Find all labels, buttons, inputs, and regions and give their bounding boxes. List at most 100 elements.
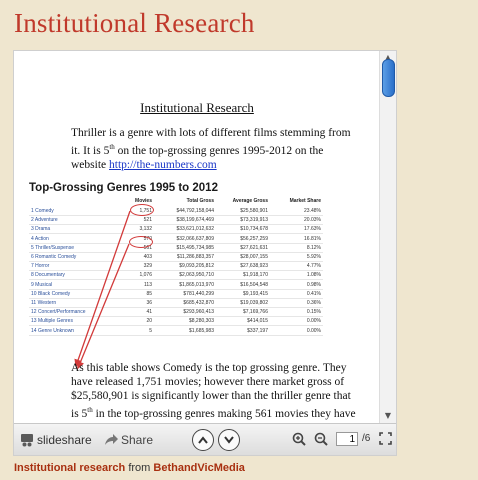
- cell-average-gross: $27,638,923: [240, 263, 268, 270]
- cell-movies: 5: [149, 327, 152, 334]
- zoom-in-icon[interactable]: [292, 432, 306, 446]
- vertical-scrollbar[interactable]: ▲ ▼: [379, 51, 396, 423]
- cell-market-share: 0.41%: [306, 290, 321, 297]
- cell-total-gross: $32,066,637,809: [176, 235, 214, 242]
- zoom-out-icon[interactable]: [314, 432, 328, 446]
- cell-average-gross: $1,918,170: [242, 272, 268, 279]
- cell-movies: 20: [146, 318, 152, 325]
- highlight-circle-thriller: [129, 236, 153, 248]
- cell-average-gross: $27,621,631: [240, 244, 268, 251]
- cell-genre: 6 Romantic Comedy: [31, 254, 77, 260]
- cell-total-gross: $293,960,413: [183, 309, 214, 316]
- cell-market-share: 0.00%: [306, 318, 321, 325]
- cell-market-share: 4.77%: [306, 263, 321, 270]
- cell-movies: 113: [144, 281, 152, 288]
- cell-genre: 1 Comedy: [31, 208, 54, 214]
- cell-market-share: 20.03%: [304, 217, 321, 224]
- cell-average-gross: $16,504,548: [240, 281, 268, 288]
- cell-total-gross: $685,432,870: [183, 300, 214, 306]
- cell-average-gross: $10,734,678: [240, 226, 268, 233]
- cell-genre: 10 Black Comedy: [31, 290, 71, 297]
- cell-market-share: 16.81%: [304, 235, 321, 242]
- cell-movies: 36: [146, 300, 152, 306]
- cell-market-share: 23.48%: [304, 208, 321, 214]
- cell-total-gross: $9,093,205,812: [179, 263, 214, 270]
- scroll-thumb[interactable]: [382, 59, 395, 97]
- cell-genre: 7 Horror: [31, 263, 50, 270]
- cell-average-gross: $19,039,802: [240, 300, 268, 306]
- header-market-share: Market Share: [289, 198, 321, 204]
- cell-total-gross: $1,865,013,970: [179, 281, 214, 288]
- chevron-up-icon: [198, 436, 208, 444]
- cell-movies: 3,132: [139, 226, 152, 233]
- share-label: Share: [121, 433, 154, 447]
- cell-genre: 5 Thriller/Suspense: [31, 244, 74, 251]
- previous-slide-button[interactable]: [192, 429, 214, 451]
- page-total: /6: [362, 433, 371, 444]
- cell-market-share: 0.00%: [306, 327, 321, 334]
- presentation-caption: Institutional research from BethandVicMe…: [14, 462, 245, 474]
- cell-market-share: 5.92%: [306, 254, 321, 260]
- table-title: Top-Grossing Genres 1995 to 2012: [29, 182, 218, 194]
- cell-genre: 3 Drama: [31, 226, 51, 233]
- cell-market-share: 0.36%: [306, 300, 321, 306]
- highlight-circle-comedy: [130, 204, 154, 216]
- table-header: Movies Total Gross Average Gross Market …: [29, 198, 323, 206]
- page-number-input[interactable]: [336, 432, 358, 446]
- cell-total-gross: $1,685,983: [188, 327, 214, 334]
- slideshare-brand[interactable]: slideshare: [20, 433, 92, 447]
- table-row: 8 Documentary 1,076 $2,063,950,710 $1,918,1…: [29, 271, 323, 281]
- cell-genre: 11 Western: [31, 300, 57, 306]
- header-movies: Movies: [135, 198, 152, 204]
- cell-movies: 1,076: [139, 272, 152, 279]
- cell-average-gross: $7,169,766: [242, 309, 268, 316]
- cell-movies: 403: [143, 254, 152, 260]
- share-button[interactable]: Share: [104, 433, 153, 447]
- cell-total-gross: $781,440,299: [183, 290, 214, 297]
- next-slide-button[interactable]: [218, 429, 240, 451]
- caption-from: from: [125, 462, 154, 474]
- cell-market-share: 1.08%: [306, 272, 321, 279]
- numbers-link[interactable]: http://the-numbers.com: [109, 159, 217, 171]
- scroll-down-arrow-icon[interactable]: ▼: [382, 411, 394, 421]
- table-row: 10 Black Comedy 85 $781,440,299 $9,193,415 0…: [29, 290, 323, 299]
- table-row: 13 Multiple Genres 20 $8,280,303 $414,015 0.…: [29, 317, 323, 327]
- table-row: 9 Musical 113 $1,865,013,970 $16,504,548 0.9…: [29, 281, 323, 290]
- cell-total-gross: $44,792,158,044: [176, 208, 214, 214]
- cell-average-gross: $28,007,155: [240, 254, 268, 260]
- cell-genre: 13 Multiple Genres: [31, 318, 73, 325]
- presentation-title-link[interactable]: Institutional research: [14, 462, 125, 474]
- cell-average-gross: $73,319,913: [240, 217, 268, 224]
- table-row: 7 Horror 329 $9,093,205,812 $27,638,923 4.77…: [29, 262, 323, 272]
- cell-movies: 85: [146, 290, 152, 297]
- share-icon: [105, 434, 118, 445]
- cell-total-gross: $38,199,674,469: [176, 217, 214, 224]
- viewer-toolbar: slideshare Share /6: [14, 423, 396, 455]
- chevron-down-icon: [224, 436, 234, 444]
- cell-genre: 8 Documentary: [31, 272, 65, 279]
- cell-movies: 41: [146, 309, 152, 316]
- table-row: 6 Romantic Comedy 403 $11,286,883,357 $28,0…: [29, 253, 323, 262]
- body-text-2: in the top-grossing genres making 561 mo…: [71, 407, 356, 423]
- cell-genre: 12 Concert/Performance: [31, 309, 86, 316]
- header-average-gross: Average Gross: [232, 198, 268, 204]
- body-paragraph: As this table shows Comedy is the top gr…: [71, 361, 361, 423]
- cell-average-gross: $25,580,901: [240, 208, 268, 214]
- cell-movies: 329: [143, 263, 152, 270]
- slide: Institutional Research Thriller is a gen…: [14, 51, 380, 423]
- slideshare-logo-icon: [21, 434, 33, 447]
- cell-total-gross: $2,063,950,710: [179, 272, 214, 279]
- cell-average-gross: $337,197: [247, 327, 268, 334]
- cell-market-share: 17.63%: [304, 226, 321, 233]
- table-row: 2 Adventure 521 $38,199,674,469 $73,319,913…: [29, 216, 323, 226]
- cell-total-gross: $15,495,734,985: [176, 244, 214, 251]
- cell-genre: 9 Musical: [31, 281, 53, 288]
- author-link[interactable]: BethandVicMedia: [153, 462, 245, 474]
- genre-table: Movies Total Gross Average Gross Market …: [29, 198, 323, 339]
- fullscreen-icon[interactable]: [379, 432, 392, 445]
- intro-paragraph: Thriller is a genre with lots of differe…: [71, 126, 351, 172]
- table-row: 14 Genre Unknown 5 $1,685,983 $337,197 0.00%: [29, 327, 323, 336]
- table-row: 5 Thriller/Suspense 561 $15,495,734,985 $27…: [29, 244, 323, 253]
- cell-average-gross: $9,193,415: [242, 290, 268, 297]
- cell-market-share: 0.98%: [306, 281, 321, 288]
